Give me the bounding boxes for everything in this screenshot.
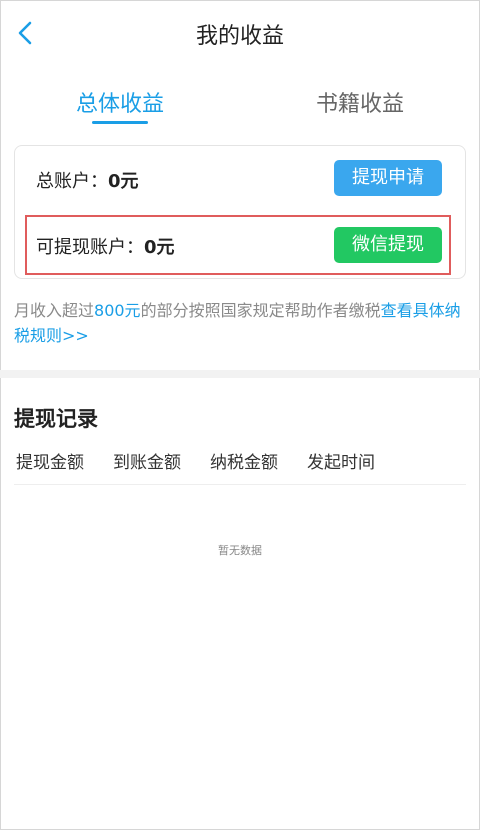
nav-bar: 我的收益: [0, 0, 480, 66]
page-title: 我的收益: [195, 24, 284, 49]
tab-total-earnings[interactable]: 总体收益: [20, 86, 220, 118]
records-header-divider: [14, 484, 466, 485]
tax-threshold-amount: 800元: [94, 301, 141, 320]
col-received-amount: 到账金额: [113, 453, 181, 473]
total-account-label: 总账户：: [36, 171, 108, 192]
withdraw-request-button[interactable]: 提现申请: [334, 160, 442, 196]
total-account-value: 0元: [108, 171, 139, 192]
records-title: 提现记录: [14, 407, 98, 431]
tax-note-middle: 的部分按照国家规定帮助作者缴税: [140, 301, 381, 320]
col-tax-amount: 纳税金额: [210, 453, 278, 473]
tab-book-earnings[interactable]: 书籍收益: [260, 86, 460, 118]
tax-note-prefix: 月收入超过: [14, 301, 95, 320]
col-withdraw-amount: 提现金额: [16, 453, 84, 473]
withdrawable-highlight-box: [25, 215, 451, 275]
tax-note: 月收入超过800元的部分按照国家规定帮助作者缴税查看具体纳税规则>>: [14, 298, 466, 348]
total-account-row: 总账户：0元: [36, 167, 139, 193]
tab-bar: 总体收益 书籍收益: [0, 66, 480, 132]
empty-state-text: 暂无数据: [218, 544, 262, 557]
section-divider: [0, 370, 480, 378]
col-start-time: 发起时间: [307, 453, 375, 473]
active-tab-indicator: [92, 121, 148, 124]
